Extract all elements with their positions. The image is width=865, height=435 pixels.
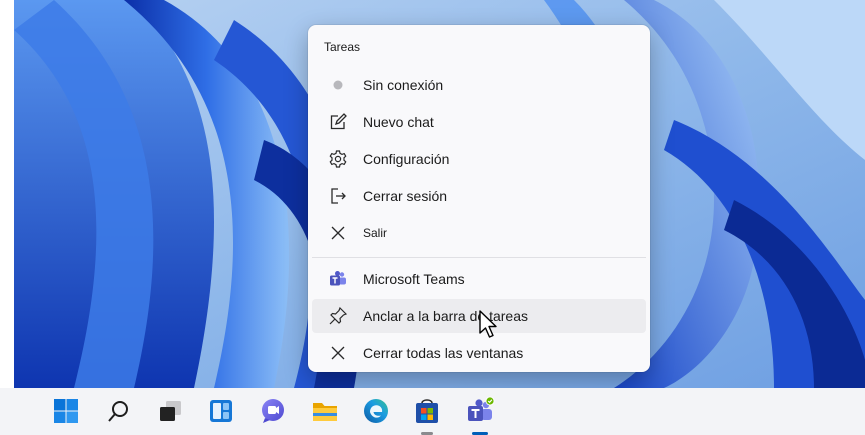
app-microsoft-teams[interactable]: Microsoft Teams (312, 262, 646, 296)
sign-out-icon (326, 184, 350, 208)
app-label: Anclar a la barra de tareas (363, 308, 528, 324)
compose-icon (326, 110, 350, 134)
search-icon[interactable] (104, 396, 134, 426)
task-label: Configuración (363, 151, 450, 167)
task-nuevo-chat[interactable]: Nuevo chat (312, 105, 646, 139)
app-label: Cerrar todas las ventanas (363, 345, 524, 361)
task-label: Nuevo chat (363, 114, 434, 130)
status-dot-icon (326, 73, 350, 97)
close-icon (326, 341, 350, 365)
taskbar (0, 388, 865, 435)
file-explorer-icon[interactable] (310, 396, 340, 426)
task-configuracion[interactable]: Configuración (312, 142, 646, 176)
store-icon[interactable] (412, 396, 442, 426)
divider (312, 257, 646, 258)
task-label: Salir (363, 226, 388, 240)
gear-icon (326, 147, 350, 171)
edge-icon[interactable] (361, 396, 391, 426)
teams-chat-icon[interactable] (258, 396, 288, 426)
task-cerrar-sesion[interactable]: Cerrar sesión (312, 179, 646, 213)
teams-icon (326, 267, 350, 291)
windows-start-icon[interactable] (51, 396, 81, 426)
task-label: Sin conexión (363, 77, 444, 93)
mouse-cursor-icon (479, 310, 499, 345)
task-sin-conexion[interactable]: Sin conexión (312, 68, 646, 102)
widgets-icon[interactable] (206, 396, 236, 426)
pin-icon (326, 304, 350, 328)
teams-icon[interactable] (465, 396, 495, 426)
task-salir[interactable]: Salir (312, 216, 646, 250)
task-label: Cerrar sesión (363, 188, 448, 204)
task-view-icon[interactable] (155, 396, 185, 426)
app-label: Microsoft Teams (363, 271, 465, 287)
jump-list-header: Tareas (324, 40, 361, 54)
close-icon (326, 221, 350, 245)
